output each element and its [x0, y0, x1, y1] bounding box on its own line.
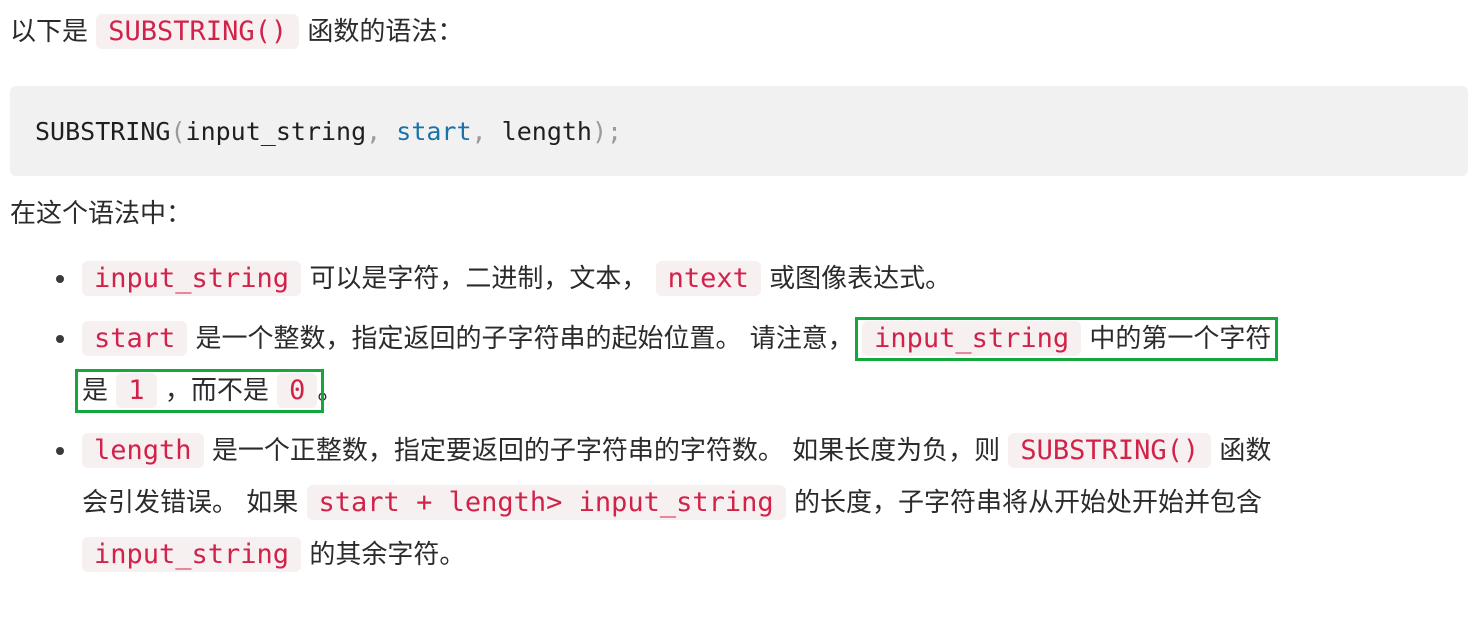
list-item-start: start 是一个整数，指定返回的子字符串的起始位置。 请注意， input_s… [10, 313, 1450, 417]
list-item-text: 。 [317, 376, 344, 406]
inline-code-one: 1 [116, 373, 157, 408]
list-item-text: 中的第一个字符 [1089, 324, 1272, 354]
bullet-dot [56, 447, 64, 455]
inline-code-input-string: input_string [862, 321, 1082, 356]
syntax-caption: 在这个语法中： [10, 199, 193, 229]
list-item-text: 是一个正整数，指定要返回的子字符串的字符数。 如果长度为负，则 [211, 436, 1001, 466]
inline-code-input-string: input_string [82, 537, 302, 572]
syntax-code-block: SUBSTRING(input_string, start, length); [10, 86, 1468, 176]
parameter-list: input_string 可以是字符，二进制，文本， ntext 或图像表达式。… [10, 253, 1450, 589]
list-item-text: 函数 [1219, 436, 1272, 466]
code-arg-input-string: input_string [185, 116, 367, 146]
list-item-text: 是一个整数，指定返回的子字符串的起始位置。 请注意， [195, 324, 854, 354]
highlight-box-one-not-zero: 是 1 ，而不是 0 [74, 369, 325, 413]
inline-code-substring: SUBSTRING() [96, 14, 300, 49]
intro-prefix: 以下是 [10, 17, 89, 47]
list-item-text: 会引发错误。 如果 [82, 488, 299, 518]
intro-paragraph: 以下是 SUBSTRING() 函数的语法： [10, 7, 463, 57]
bullet-dot [56, 275, 64, 283]
inline-code-ntext: ntext [655, 261, 761, 296]
inline-code-start: start [82, 321, 188, 356]
code-arg-length: length [501, 116, 592, 146]
list-item-text: 的其余字符。 [309, 540, 466, 570]
list-item-length: length 是一个正整数，指定要返回的子字符串的字符数。 如果长度为负，则 S… [10, 425, 1450, 581]
list-item-text: 的长度，子字符串将从开始处开始并包含 [793, 488, 1262, 518]
inline-code-length: length [82, 433, 204, 468]
list-item-input-string: input_string 可以是字符，二进制，文本， ntext 或图像表达式。 [10, 253, 1450, 305]
list-item-text: 或图像表达式。 [769, 264, 952, 294]
inline-code-input-string: input_string [82, 261, 302, 296]
code-open-paren: ( [170, 116, 186, 146]
code-arg-start: start [396, 116, 472, 146]
code-comma-2: , [471, 116, 487, 146]
inline-code-start-plus-length: start + length> input_string [306, 485, 786, 520]
code-fn-name: SUBSTRING [35, 116, 171, 146]
bullet-dot [56, 335, 64, 343]
code-close-paren: ); [591, 116, 623, 146]
inline-code-zero: 0 [277, 373, 318, 408]
list-item-text: 是 [82, 376, 109, 406]
list-item-text: ，而不是 [164, 376, 269, 406]
highlight-box-first-char: input_string 中的第一个字符 [855, 317, 1279, 361]
intro-suffix: 函数的语法： [307, 17, 464, 47]
list-item-text: 可以是字符，二进制，文本， [309, 264, 648, 294]
inline-code-substring: SUBSTRING() [1008, 433, 1212, 468]
code-comma-1: , [366, 116, 382, 146]
